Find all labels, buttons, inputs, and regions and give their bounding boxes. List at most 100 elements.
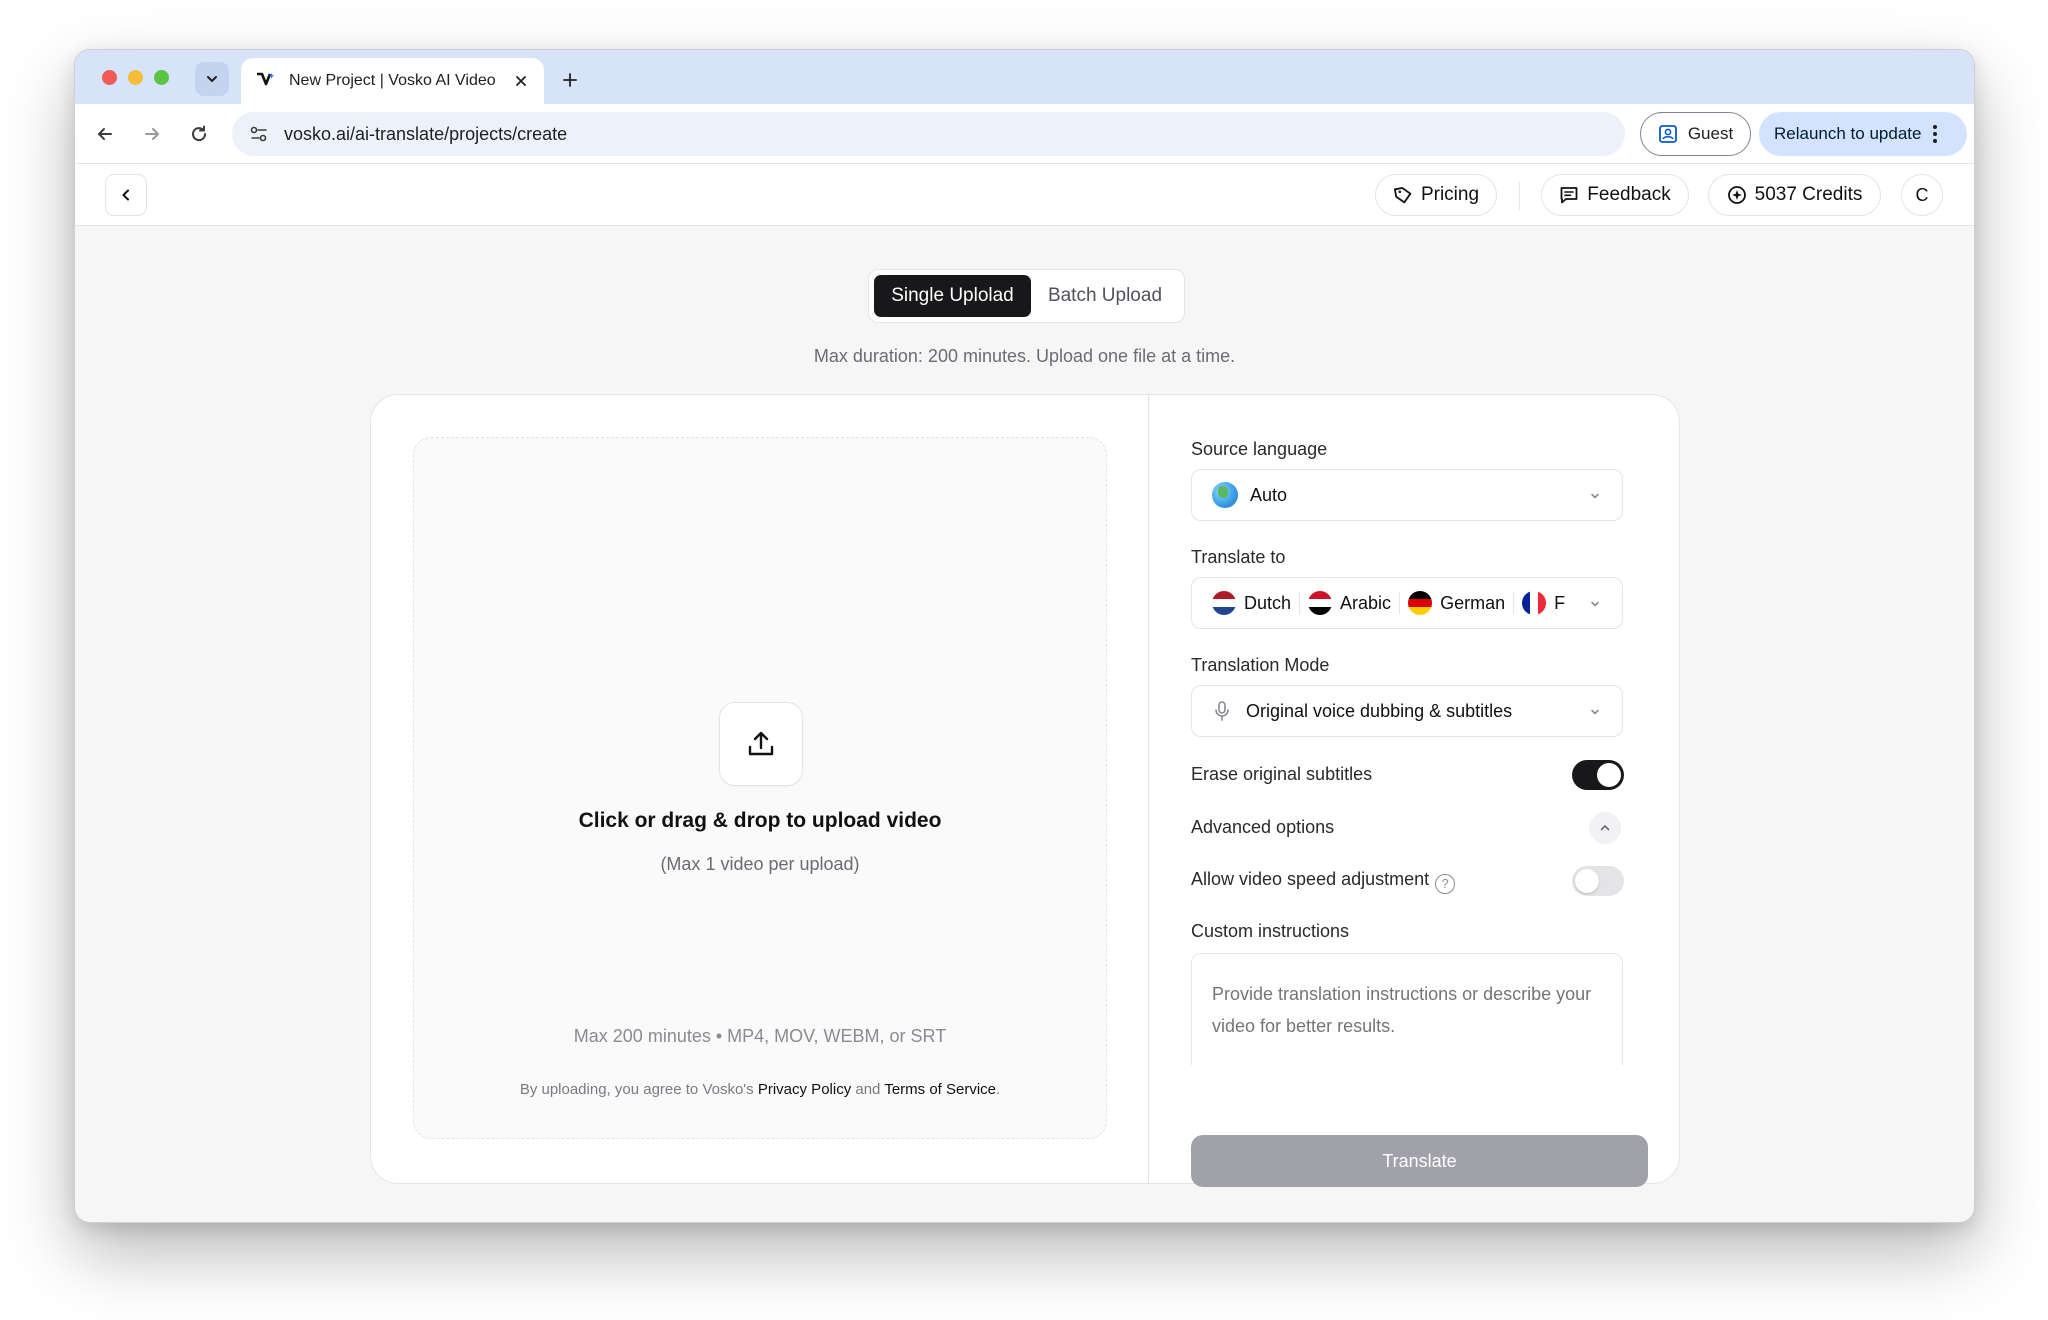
germany-flag-icon [1408,591,1433,615]
chevron-down-icon [207,76,217,83]
translate-button[interactable]: Translate [1191,1135,1648,1187]
toggle-knob [1597,763,1621,787]
dropzone-title: Click or drag & drop to upload video [578,809,942,832]
legal-and: and [855,1081,881,1098]
arrow-left-icon [98,128,112,140]
language-chip-label: German [1440,592,1506,613]
guest-profile-button[interactable]: Guest [1640,112,1751,156]
chip-separator [1513,592,1515,614]
advanced-options-collapse-button[interactable] [1589,812,1621,844]
chevron-down-icon [1591,493,1599,499]
language-chip-german: German [1408,591,1505,615]
privacy-policy-link[interactable]: Privacy Policy [758,1081,851,1098]
back-button[interactable] [105,174,147,216]
upload-legal-text: By uploading, you agree to Vosko's Priva… [414,1081,1106,1098]
card-divider [1148,395,1149,1183]
reload-icon [192,125,207,142]
translate-to-select[interactable]: Dutch Arabic German F [1191,577,1623,629]
france-flag-icon [1522,591,1547,615]
erase-subtitles-label: Erase original subtitles [1191,764,1373,784]
speed-adjust-toggle[interactable] [1572,866,1624,896]
close-window-button[interactable] [102,70,117,85]
egypt-flag-icon [1308,591,1333,615]
chevron-up-icon [1600,824,1610,831]
credits-button[interactable]: 5037 Credits [1708,174,1881,216]
browser-window: New Project | Vosko AI Video vosko.ai/ai… [74,49,1975,1223]
language-chip-dutch: Dutch [1212,591,1291,615]
maximize-window-button[interactable] [154,70,169,85]
relaunch-label: Relaunch to update [1774,124,1922,143]
browser-back-button[interactable] [90,119,120,149]
netherlands-flag-icon [1212,591,1236,615]
pricing-label: Pricing [1420,184,1480,205]
source-language-value: Auto [1250,484,1288,505]
chip-separator [1299,592,1301,614]
feedback-button[interactable]: Feedback [1541,174,1689,216]
translation-mode-select[interactable]: Original voice dubbing & subtitles [1191,685,1623,737]
browser-reload-button[interactable] [184,119,214,149]
message-icon [1560,187,1578,204]
translation-mode-label: Translation Mode [1191,655,1330,675]
toggle-knob [1575,869,1599,893]
vosko-favicon-icon [255,70,277,92]
arrow-right-icon [145,128,159,140]
language-chip-label: Arabic [1340,592,1392,613]
tab-search-button[interactable] [195,62,229,96]
language-chip-label: Dutch [1244,592,1292,613]
chip-separator [1399,592,1401,614]
tag-icon [1393,187,1412,204]
upload-icon [748,731,774,756]
plus-icon [563,73,577,87]
terms-of-service-link[interactable]: Terms of Service [884,1081,996,1098]
single-upload-tab[interactable]: Single Uplolad [874,275,1031,317]
credits-label: 5037 Credits [1754,184,1863,205]
globe-icon [1212,482,1238,508]
erase-subtitles-toggle[interactable] [1572,760,1624,790]
profile-icon [1658,125,1677,143]
address-bar[interactable]: vosko.ai/ai-translate/projects/create [232,112,1625,156]
speed-adjust-row: Allow video speed adjustment? [1191,869,1456,894]
language-chip-label: F [1554,592,1566,613]
new-tab-button[interactable] [555,65,585,95]
language-chip-arabic: Arabic [1308,591,1391,615]
user-avatar[interactable]: C [1901,174,1943,216]
relaunch-button[interactable]: Relaunch to update [1759,112,1967,156]
chevron-down-icon [1591,709,1599,715]
tab-strip: New Project | Vosko AI Video [75,50,1974,104]
supported-formats: Max 200 minutes • MP4, MOV, WEBM, or SRT [573,1026,947,1046]
minimize-window-button[interactable] [128,70,143,85]
dropzone-subtitle: (Max 1 video per upload) [660,854,860,874]
source-language-label: Source language [1191,439,1328,459]
project-card: Click or drag & drop to upload video (Ma… [370,394,1680,1187]
help-icon[interactable]: ? [1435,873,1456,894]
legal-suffix: . [996,1081,1001,1098]
tab-title: New Project | Vosko AI Video [289,72,496,89]
advanced-options-label: Advanced options [1191,817,1335,837]
browser-forward-button[interactable] [137,119,167,149]
upload-dropzone[interactable]: Click or drag & drop to upload video (Ma… [413,437,1107,1139]
chevron-left-icon [122,189,129,201]
speed-adjust-label: Allow video speed adjustment [1191,869,1430,889]
custom-instructions-input[interactable] [1191,953,1623,1065]
feedback-label: Feedback [1587,184,1671,205]
chevron-down-icon [1591,601,1599,607]
site-settings-icon[interactable] [244,119,274,149]
upload-mode-toggle: Single Uplolad Batch Upload [868,269,1185,323]
custom-instructions-label: Custom instructions [1191,921,1350,941]
close-tab-icon[interactable] [510,70,532,92]
pricing-button[interactable]: Pricing [1375,174,1497,216]
url-text: vosko.ai/ai-translate/projects/create [284,123,568,144]
batch-upload-tab[interactable]: Batch Upload [1031,275,1179,317]
header-divider [1519,182,1520,210]
microphone-icon [1212,700,1232,722]
language-chip-french: F [1522,591,1565,615]
credits-icon [1727,186,1746,204]
upload-limit-note: Max duration: 200 minutes. Upload one fi… [813,346,1236,366]
source-language-select[interactable]: Auto [1191,469,1623,521]
upload-icon-box [719,702,803,786]
more-menu-icon[interactable] [1933,125,1938,143]
app-header: Pricing Feedback 5037 Credits C [75,164,1974,226]
translate-to-label: Translate to [1191,547,1286,567]
guest-label: Guest [1687,124,1734,143]
active-tab[interactable]: New Project | Vosko AI Video [241,58,544,104]
